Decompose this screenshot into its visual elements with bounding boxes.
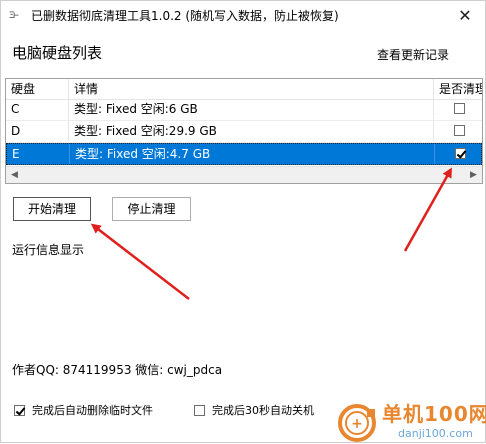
- app-icon: Ξ⊢: [9, 11, 19, 21]
- column-header-disk[interactable]: 硬盘: [6, 79, 69, 99]
- clean-checkbox-c[interactable]: [454, 103, 465, 114]
- horizontal-scrollbar[interactable]: ◀ ▶: [6, 166, 482, 183]
- close-icon: ✕: [458, 5, 472, 25]
- row-clean-cell: [435, 144, 482, 164]
- auto-shutdown-label: 完成后30秒自动关机: [212, 404, 314, 417]
- clean-checkbox-d[interactable]: [454, 125, 465, 136]
- app-window: Ξ⊢ 已删数据彻底清理工具1.0.2 (随机写入数据，防止被恢复) ✕ 电脑硬盘…: [0, 0, 486, 443]
- stop-clean-button[interactable]: 停止清理: [112, 197, 191, 221]
- row-disk-detail: 类型: Fixed 空闲:6 GB: [69, 99, 434, 119]
- disk-table: 硬盘 详情 是否清理 C 类型: Fixed 空闲:6 GB D 类型: Fix…: [5, 78, 483, 184]
- row-clean-cell: [434, 99, 482, 119]
- option-auto-shutdown[interactable]: 完成后30秒自动关机: [194, 403, 334, 419]
- delete-temp-checkbox[interactable]: [14, 405, 25, 416]
- column-header-clean[interactable]: 是否清理: [434, 79, 482, 99]
- row-disk-letter: D: [6, 121, 69, 141]
- run-info-label: 运行信息显示: [12, 243, 85, 257]
- close-button[interactable]: ✕: [445, 1, 485, 29]
- watermark-url: danji100.com: [398, 427, 473, 440]
- table-row-e[interactable]: E 类型: Fixed 空闲:4.7 GB: [6, 143, 482, 165]
- row-disk-letter: C: [6, 99, 69, 119]
- table-row-c[interactable]: C 类型: Fixed 空闲:6 GB: [6, 99, 482, 121]
- start-clean-button[interactable]: 开始清理: [13, 197, 91, 221]
- clean-checkbox-e[interactable]: [455, 148, 466, 159]
- option-delete-temp-files[interactable]: 完成后自动删除临时文件: [14, 403, 194, 419]
- danji100-logo-icon: +: [338, 404, 376, 442]
- annotation-arrow-start-button: [90, 223, 190, 300]
- watermark-brand: 单机100网: [382, 402, 486, 426]
- auto-shutdown-checkbox[interactable]: [194, 405, 205, 416]
- row-disk-detail: 类型: Fixed 空闲:4.7 GB: [70, 144, 435, 164]
- disk-list-title: 电脑硬盘列表: [12, 44, 103, 62]
- row-disk-letter: E: [7, 144, 70, 164]
- scroll-left-icon[interactable]: ◀: [6, 167, 23, 183]
- view-update-log-link[interactable]: 查看更新记录: [377, 47, 449, 63]
- svg-text:+: +: [351, 416, 363, 432]
- table-row-d[interactable]: D 类型: Fixed 空闲:29.9 GB: [6, 121, 482, 143]
- window-title: 已删数据彻底清理工具1.0.2 (随机写入数据，防止被恢复): [31, 9, 339, 23]
- author-contact: 作者QQ: 874119953 微信: cwj_pdca: [12, 363, 223, 377]
- column-header-detail[interactable]: 详情: [69, 79, 434, 99]
- delete-temp-label: 完成后自动删除临时文件: [32, 404, 153, 417]
- row-disk-detail: 类型: Fixed 空闲:29.9 GB: [69, 121, 434, 141]
- scroll-right-icon[interactable]: ▶: [465, 167, 482, 183]
- row-clean-cell: [434, 121, 482, 141]
- title-bar: Ξ⊢ 已删数据彻底清理工具1.0.2 (随机写入数据，防止被恢复) ✕: [1, 1, 485, 31]
- table-header: 硬盘 详情 是否清理: [6, 79, 482, 100]
